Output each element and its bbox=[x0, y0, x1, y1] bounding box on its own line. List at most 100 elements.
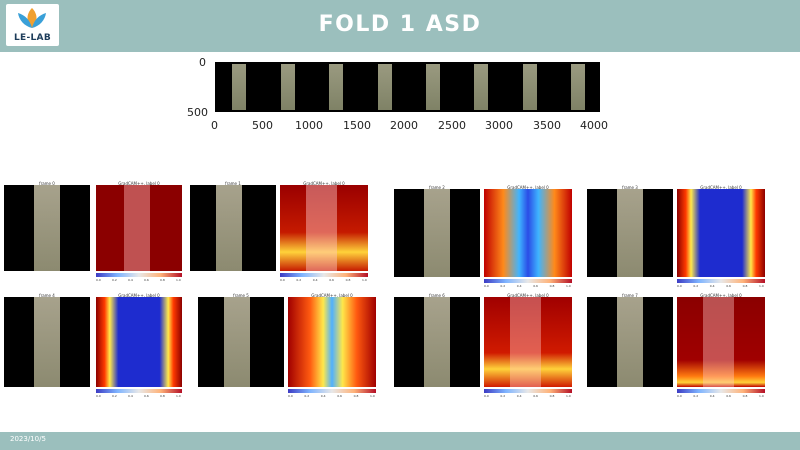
x-tick-label: 3000 bbox=[485, 119, 513, 132]
x-tick-label: 500 bbox=[252, 119, 273, 132]
header-bar: LE-LAB FOLD 1 ASD bbox=[0, 0, 800, 52]
colorbar-tick-label: 0.0 bbox=[280, 278, 285, 282]
frame-strip-image bbox=[215, 62, 600, 112]
heatmap-panel: GradCAM++, label 0 0.0 0.2 0.4 0.6 0.8 1.0 bbox=[96, 181, 182, 282]
strip-frame bbox=[378, 64, 392, 110]
x-tick-label: 4000 bbox=[580, 119, 608, 132]
gradcam-pair: frame 3 GradCAM++, label 0 0.0 0.2 0.4 0.6 0… bbox=[587, 185, 767, 288]
colorbar-tick-label: 0.6 bbox=[144, 394, 149, 398]
colorbar-tick-label: 0.2 bbox=[693, 284, 699, 288]
colorbar-tick-label: 1.0 bbox=[176, 278, 181, 282]
colorbar bbox=[677, 389, 765, 393]
gradcam-pair: frame 4 GradCAM++, label 0 0.0 0.2 0.4 0.6 0… bbox=[4, 293, 184, 399]
colorbar-tick-label: 0.4 bbox=[709, 284, 715, 288]
frame-panel: frame 1 bbox=[190, 181, 276, 271]
colorbar-tick-label: 1.0 bbox=[176, 394, 181, 398]
strip-frame bbox=[523, 64, 537, 110]
colorbar-tick-label: 0.4 bbox=[128, 278, 133, 282]
heatmap-panel: GradCAM++, label 0 0.0 0.2 0.4 0.6 0.8 1.0 bbox=[280, 181, 368, 282]
frame-image bbox=[190, 185, 276, 271]
heatmap-image bbox=[677, 189, 765, 277]
colorbar-tick-label: 0.4 bbox=[128, 394, 133, 398]
colorbar-tick-label: 0.0 bbox=[677, 394, 682, 398]
colorbar-tick-label: 0.0 bbox=[677, 284, 682, 288]
heatmap-panel: GradCAM++, label 0 0.0 0.2 0.4 0.6 0.8 1.0 bbox=[677, 293, 765, 399]
colorbar-tick-label: 0.8 bbox=[160, 394, 165, 398]
colorbar-tick-label: 1.0 bbox=[362, 278, 367, 282]
colorbar-tick-label: 0.2 bbox=[500, 284, 506, 288]
frame-panel: frame 7 bbox=[587, 293, 673, 387]
gradcam-pair: frame 0 GradCAM++, label 0 0.0 0.2 0.4 0.6 0… bbox=[4, 181, 184, 282]
colorbar-tick-label: 0.8 bbox=[549, 394, 555, 398]
x-tick-label: 3500 bbox=[533, 119, 561, 132]
x-tick-label: 2000 bbox=[390, 119, 418, 132]
colorbar-tick-label: 0.6 bbox=[329, 278, 334, 282]
colorbar-tick-label: 0.2 bbox=[112, 278, 117, 282]
colorbar-tick-label: 0.2 bbox=[304, 394, 310, 398]
colorbar-tick-label: 1.0 bbox=[370, 394, 375, 398]
gradcam-pair: frame 2 GradCAM++, label 0 0.0 0.2 0.4 0.6 0… bbox=[394, 185, 574, 288]
colorbar-tick-label: 1.0 bbox=[759, 284, 764, 288]
colorbar-tick-label: 0.0 bbox=[288, 394, 293, 398]
colorbar-tick-label: 0.6 bbox=[726, 284, 731, 288]
heatmap-image bbox=[96, 297, 182, 387]
colorbar-tick-label: 0.2 bbox=[693, 394, 699, 398]
strip-frame bbox=[474, 64, 488, 110]
frame-image bbox=[4, 185, 90, 271]
y-tick-label: 0 bbox=[199, 56, 206, 69]
strip-frame bbox=[281, 64, 295, 110]
frame-image bbox=[4, 297, 90, 387]
colorbar-tick-label: 0.2 bbox=[500, 394, 506, 398]
frame-panel: frame 4 bbox=[4, 293, 90, 387]
colorbar bbox=[96, 273, 182, 277]
colorbar-tick-label: 0.4 bbox=[516, 394, 522, 398]
colorbar bbox=[484, 389, 572, 393]
heatmap-image bbox=[484, 297, 572, 387]
colorbar-tick-label: 0.8 bbox=[353, 394, 359, 398]
colorbar-tick-label: 0.0 bbox=[96, 394, 101, 398]
colorbar-tick-label: 1.0 bbox=[759, 394, 764, 398]
colorbar-tick-label: 1.0 bbox=[566, 284, 571, 288]
heatmap-panel: GradCAM++, label 0 0.0 0.2 0.4 0.6 0.8 1.0 bbox=[484, 185, 572, 288]
gradcam-pair: frame 5 GradCAM++, label 0 0.0 0.2 0.4 0.6 0… bbox=[198, 293, 378, 399]
colorbar bbox=[288, 389, 376, 393]
gradcam-pair: frame 1 GradCAM++, label 0 0.0 0.2 0.4 0.6 0… bbox=[190, 181, 370, 282]
slide-date: 2023/10/5 bbox=[10, 435, 46, 443]
slide-title: FOLD 1 ASD bbox=[318, 12, 482, 37]
colorbar-tick-label: 0.6 bbox=[726, 394, 731, 398]
gradcam-pair: frame 6 GradCAM++, label 0 0.0 0.2 0.4 0.6 0… bbox=[394, 293, 574, 399]
heatmap-panel: GradCAM++, label 0 0.0 0.2 0.4 0.6 0.8 1.0 bbox=[484, 293, 572, 399]
heatmap-panel: GradCAM++, label 0 0.0 0.2 0.4 0.6 0.8 1.0 bbox=[677, 185, 765, 288]
frame-image bbox=[587, 297, 673, 387]
colorbar-tick-label: 0.8 bbox=[345, 278, 351, 282]
frame-image bbox=[587, 189, 673, 277]
heatmap-panel: GradCAM++, label 0 0.0 0.2 0.4 0.6 0.8 1.0 bbox=[288, 293, 376, 399]
colorbar bbox=[677, 279, 765, 283]
colorbar-tick-label: 0.4 bbox=[312, 278, 318, 282]
x-tick-label: 1500 bbox=[343, 119, 371, 132]
colorbar-tick-label: 0.6 bbox=[533, 394, 538, 398]
x-tick-label: 0 bbox=[211, 119, 218, 132]
heatmap-image bbox=[677, 297, 765, 387]
heatmap-image bbox=[280, 185, 368, 271]
colorbar bbox=[96, 389, 182, 393]
colorbar-tick-label: 0.4 bbox=[709, 394, 715, 398]
colorbar-tick-label: 0.4 bbox=[516, 284, 522, 288]
frame-image bbox=[394, 297, 480, 387]
colorbar-tick-label: 0.0 bbox=[484, 284, 489, 288]
frame-image bbox=[198, 297, 284, 387]
colorbar-tick-label: 0.4 bbox=[320, 394, 326, 398]
colorbar-tick-label: 0.0 bbox=[484, 394, 489, 398]
colorbar-tick-label: 0.2 bbox=[112, 394, 117, 398]
y-tick-label: 500 bbox=[187, 106, 208, 119]
colorbar bbox=[484, 279, 572, 283]
frame-panel: frame 2 bbox=[394, 185, 480, 277]
frame-panel: frame 5 bbox=[198, 293, 284, 387]
colorbar-tick-label: 0.2 bbox=[296, 278, 302, 282]
heatmap-image bbox=[484, 189, 572, 277]
heatmap-image bbox=[288, 297, 376, 387]
strip-frame bbox=[232, 64, 246, 110]
footer-bar: 2023/10/5 bbox=[0, 432, 800, 450]
strip-frame bbox=[426, 64, 440, 110]
frame-panel: frame 0 bbox=[4, 181, 90, 271]
